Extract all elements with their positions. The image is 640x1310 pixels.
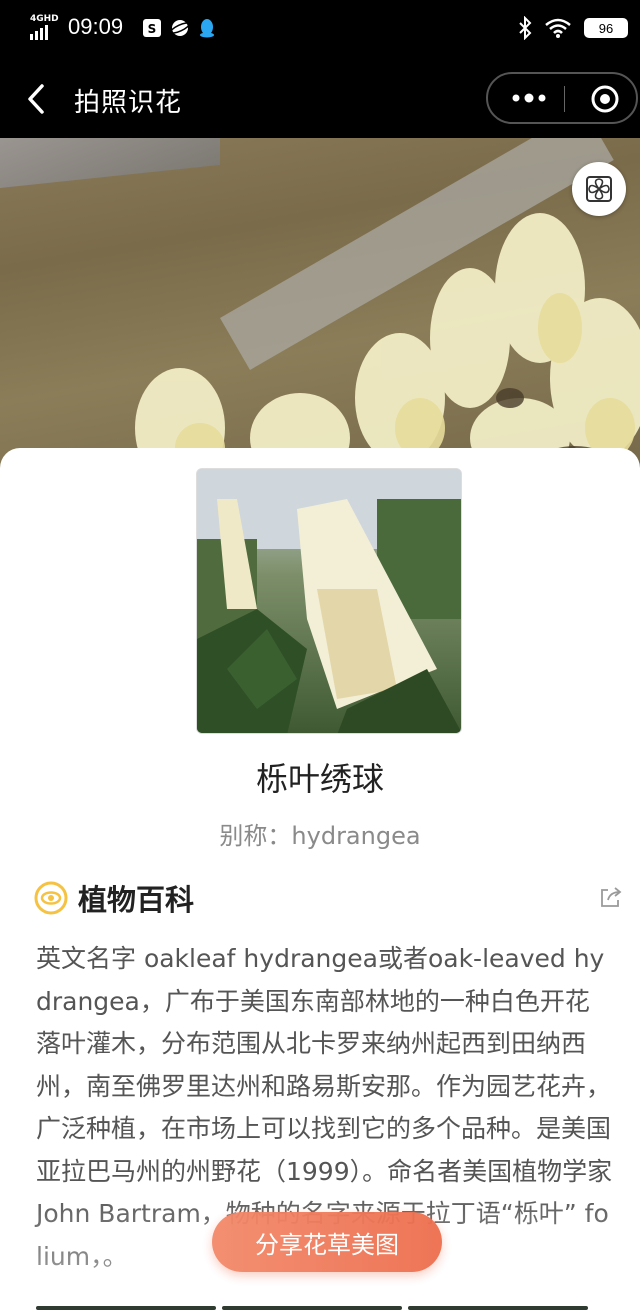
network-type: 4GHD [30, 14, 59, 24]
encyclopedia-header: 植物百科 [34, 878, 194, 918]
more-images-strip [0, 1306, 640, 1310]
svg-text:S: S [148, 22, 157, 36]
capsule-divider [564, 86, 565, 112]
encyclopedia-title: 植物百科 [78, 883, 195, 917]
share-flower-photo-button[interactable]: 分享花草美图 [212, 1212, 442, 1272]
wifi-icon [545, 18, 571, 38]
page-title: 拍照识花 [74, 88, 183, 118]
result-card: 栎叶绣球 别称：hydrangea 植物百科 英文名字 oakleaf hydr… [0, 448, 640, 1310]
navigation-bar: 拍照识花 [0, 60, 640, 138]
bluetooth-icon [519, 16, 532, 40]
qq-icon [200, 19, 214, 38]
plant-thumbnail[interactable] [196, 468, 462, 734]
status-bar: 4GHD 09:09 S 96 [0, 0, 640, 60]
soul-app-icon: S [143, 19, 161, 37]
mini-program-capsule [486, 72, 638, 124]
back-button[interactable] [22, 80, 52, 118]
photo-flowers [135, 213, 640, 468]
captured-photo [0, 138, 640, 468]
plant-name: 栎叶绣球 [255, 760, 384, 798]
plant-alias: 别称：hydrangea [219, 822, 421, 850]
eye-icon [34, 881, 68, 915]
plant-image [197, 469, 461, 733]
more-options-button[interactable] [510, 88, 548, 108]
battery-level: 96 [598, 20, 614, 36]
close-mini-program-button[interactable] [590, 84, 620, 114]
signal-icon: 4GHD [30, 14, 60, 42]
planet-icon [170, 20, 190, 36]
share-icon[interactable] [598, 884, 624, 910]
rescan-button[interactable] [572, 162, 626, 216]
status-time: 09:09 [68, 14, 124, 39]
battery-icon: 96 [584, 18, 628, 38]
